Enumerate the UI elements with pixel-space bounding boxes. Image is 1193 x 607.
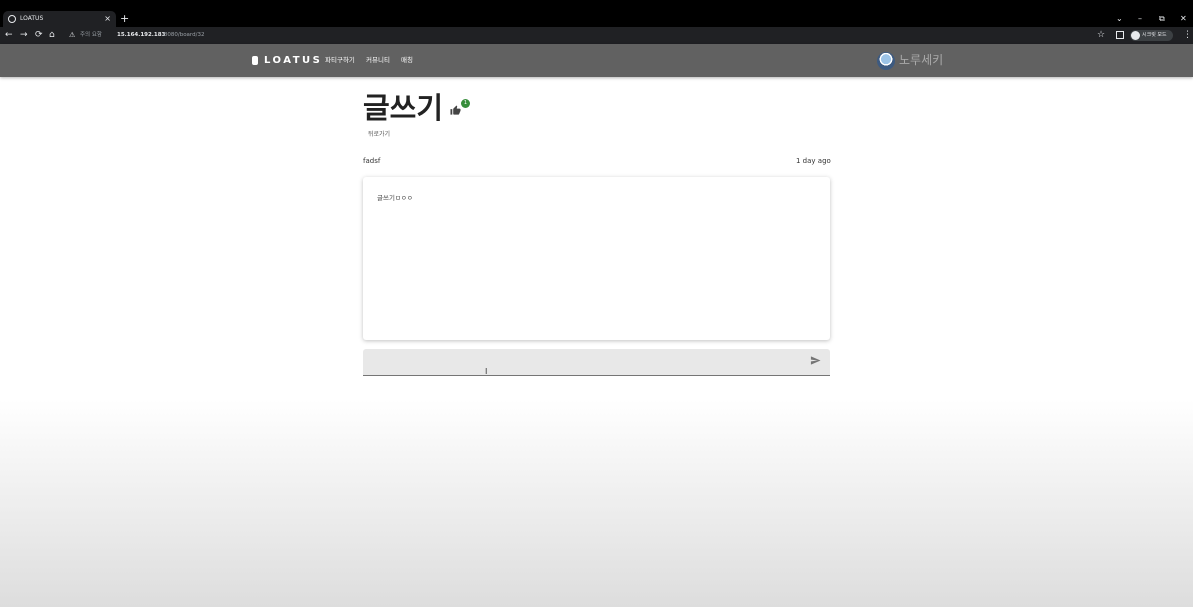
user-name[interactable]: 노루세키 (899, 44, 943, 77)
back-button[interactable]: ← (5, 27, 13, 44)
profile-label: 시크릿 모드 (1142, 32, 1167, 38)
avatar[interactable] (877, 52, 895, 70)
browser-tab[interactable]: LOATUS × (3, 11, 116, 27)
post-timestamp: 1 day ago (796, 157, 831, 165)
close-window-button[interactable]: ✕ (1180, 11, 1187, 27)
back-link[interactable]: 뒤로가기 (368, 129, 390, 138)
forward-button[interactable]: → (20, 27, 28, 44)
app-header: LOATUS 파티구하기 커뮤니티 매칭 노루세키 (0, 44, 1193, 77)
send-icon[interactable] (810, 355, 821, 366)
tab-title: LOATUS (20, 15, 44, 22)
brand-logo-icon (252, 56, 258, 65)
incognito-icon (1131, 31, 1140, 40)
restore-button[interactable]: ⧉ (1159, 11, 1165, 27)
browser-toolbar: ← → ⟳ ⌂ ⚠ 주의 요함 15.164.192.183 :8080/boa… (0, 27, 1193, 44)
browser-menu-icon[interactable]: ⋮ (1183, 27, 1192, 44)
nav-community[interactable]: 커뮤니티 (366, 44, 390, 77)
comment-input[interactable] (363, 349, 830, 376)
brand-name[interactable]: LOATUS (264, 44, 322, 77)
url-host: 15.164.192.183 (117, 32, 166, 38)
reload-button[interactable]: ⟳ (35, 27, 43, 44)
tab-search-icon[interactable]: ⌄ (1116, 11, 1123, 27)
star-icon[interactable]: ☆ (1097, 27, 1105, 44)
like-count-badge: 1 (461, 99, 470, 108)
post-card: 글쓰기ㅁㅇㅇ (363, 177, 830, 340)
nav-party-search[interactable]: 파티구하기 (325, 44, 355, 77)
url-path: :8080/board/32 (162, 32, 205, 38)
side-panel-icon[interactable] (1116, 31, 1124, 39)
security-warning[interactable]: 주의 요함 (80, 29, 102, 42)
warning-icon: ⚠ (69, 31, 76, 39)
tab-close-icon[interactable]: × (104, 11, 111, 27)
thumb-up-icon[interactable] (450, 105, 461, 119)
profile-button[interactable]: 시크릿 모드 (1130, 30, 1173, 41)
post-body: 글쓰기ㅁㅇㅇ (377, 194, 413, 202)
page-title: 글쓰기 (363, 91, 444, 125)
text-cursor: I (485, 367, 488, 376)
globe-icon (8, 15, 16, 23)
minimize-button[interactable]: – (1138, 11, 1142, 27)
home-button[interactable]: ⌂ (49, 27, 55, 44)
address-bar[interactable]: ⚠ 주의 요함 15.164.192.183 :8080/board/32 (64, 29, 1112, 42)
new-tab-button[interactable]: + (120, 11, 129, 27)
page-background (0, 400, 1193, 607)
browser-tab-bar: LOATUS × + ⌄ – ⧉ ✕ (0, 0, 1193, 27)
post-author: fadsf (363, 157, 381, 165)
nav-matching[interactable]: 매칭 (401, 44, 413, 77)
